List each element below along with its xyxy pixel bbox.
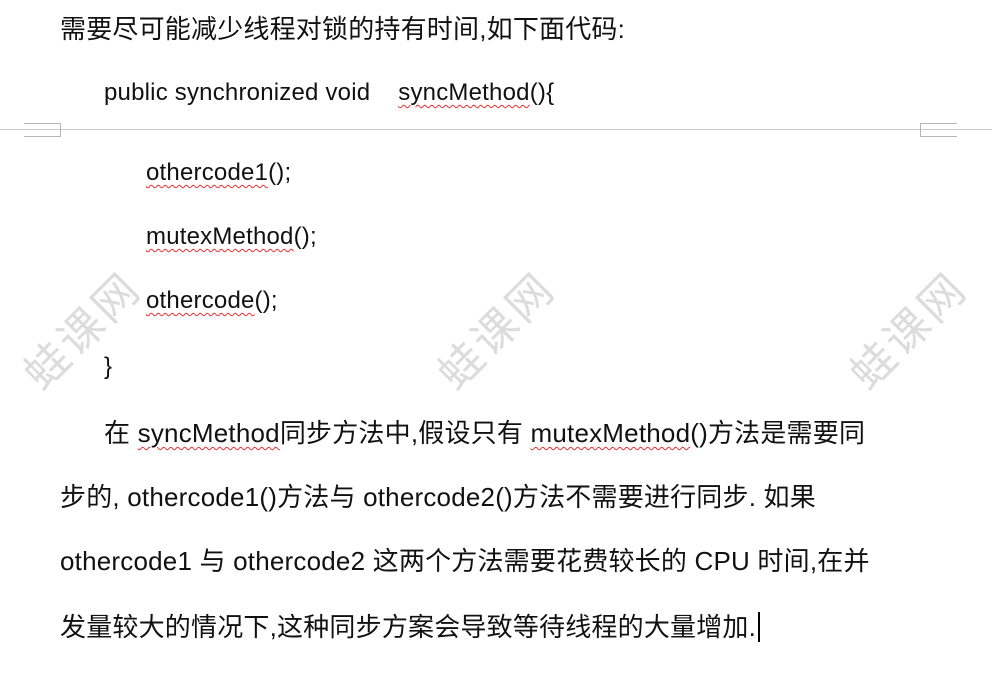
code-line-3-suffix: (); [254, 287, 278, 314]
para-text: othercode1 与 othercode2 这两个方法需要花费较长的 CPU… [60, 546, 870, 576]
para-text: ()方法是需要同 [690, 418, 866, 448]
paragraph-line-2[interactable]: 步的, othercode1()方法与 othercode2()方法不需要进行同… [60, 480, 816, 514]
para-text: 发量较大的情况下,这种同步方案会导致等待线程的大量增加. [60, 612, 757, 642]
code-line-2-suffix: (); [293, 223, 317, 250]
code-closing-brace[interactable]: } [104, 350, 112, 384]
para-text: 同步方法中,假设只有 [279, 418, 524, 448]
code-line-3-name: othercode [146, 287, 255, 314]
code-line-2-name: mutexMethod [146, 223, 294, 250]
page-corner-mark-left [24, 123, 61, 137]
code-line-1[interactable]: othercode1(); [146, 156, 291, 190]
code-signature-suffix: (){ [529, 79, 555, 106]
watermark: 蛙课网 [840, 262, 979, 401]
code-method-name: syncMethod [398, 79, 530, 106]
code-signature-line[interactable]: public synchronized void syncMethod(){ [104, 76, 554, 110]
document-page: 蛙课网 蛙课网 蛙课网 需要尽可能减少线程对锁的持有时间,如下面代码: publ… [0, 0, 992, 676]
code-line-1-suffix: (); [268, 159, 292, 186]
code-closing-brace-text: } [104, 353, 113, 380]
para-method-syncmethod: syncMethod [137, 418, 280, 448]
watermark: 蛙课网 [428, 262, 567, 401]
paragraph-line-1[interactable]: 在 syncMethod同步方法中,假设只有 mutexMethod()方法是需… [104, 416, 865, 450]
intro-sentence: 需要尽可能减少线程对锁的持有时间,如下面代码: [60, 14, 626, 44]
intro-text[interactable]: 需要尽可能减少线程对锁的持有时间,如下面代码: [60, 12, 625, 46]
para-text: 在 [104, 418, 131, 448]
paragraph-line-3[interactable]: othercode1 与 othercode2 这两个方法需要花费较长的 CPU… [60, 544, 870, 578]
code-signature-prefix: public synchronized void [104, 79, 371, 106]
para-text: 步的, othercode1()方法与 othercode2()方法不需要进行同… [60, 482, 816, 512]
paragraph-line-4[interactable]: 发量较大的情况下,这种同步方案会导致等待线程的大量增加. [60, 610, 761, 644]
para-method-mutexmethod: mutexMethod [530, 418, 691, 448]
watermark: 蛙课网 [14, 262, 153, 401]
page-corner-mark-right [920, 123, 957, 137]
text-cursor [758, 612, 761, 642]
code-line-3[interactable]: othercode(); [146, 284, 278, 318]
code-line-1-name: othercode1 [146, 159, 269, 186]
code-line-2[interactable]: mutexMethod(); [146, 220, 317, 254]
page-break-line [0, 129, 992, 130]
